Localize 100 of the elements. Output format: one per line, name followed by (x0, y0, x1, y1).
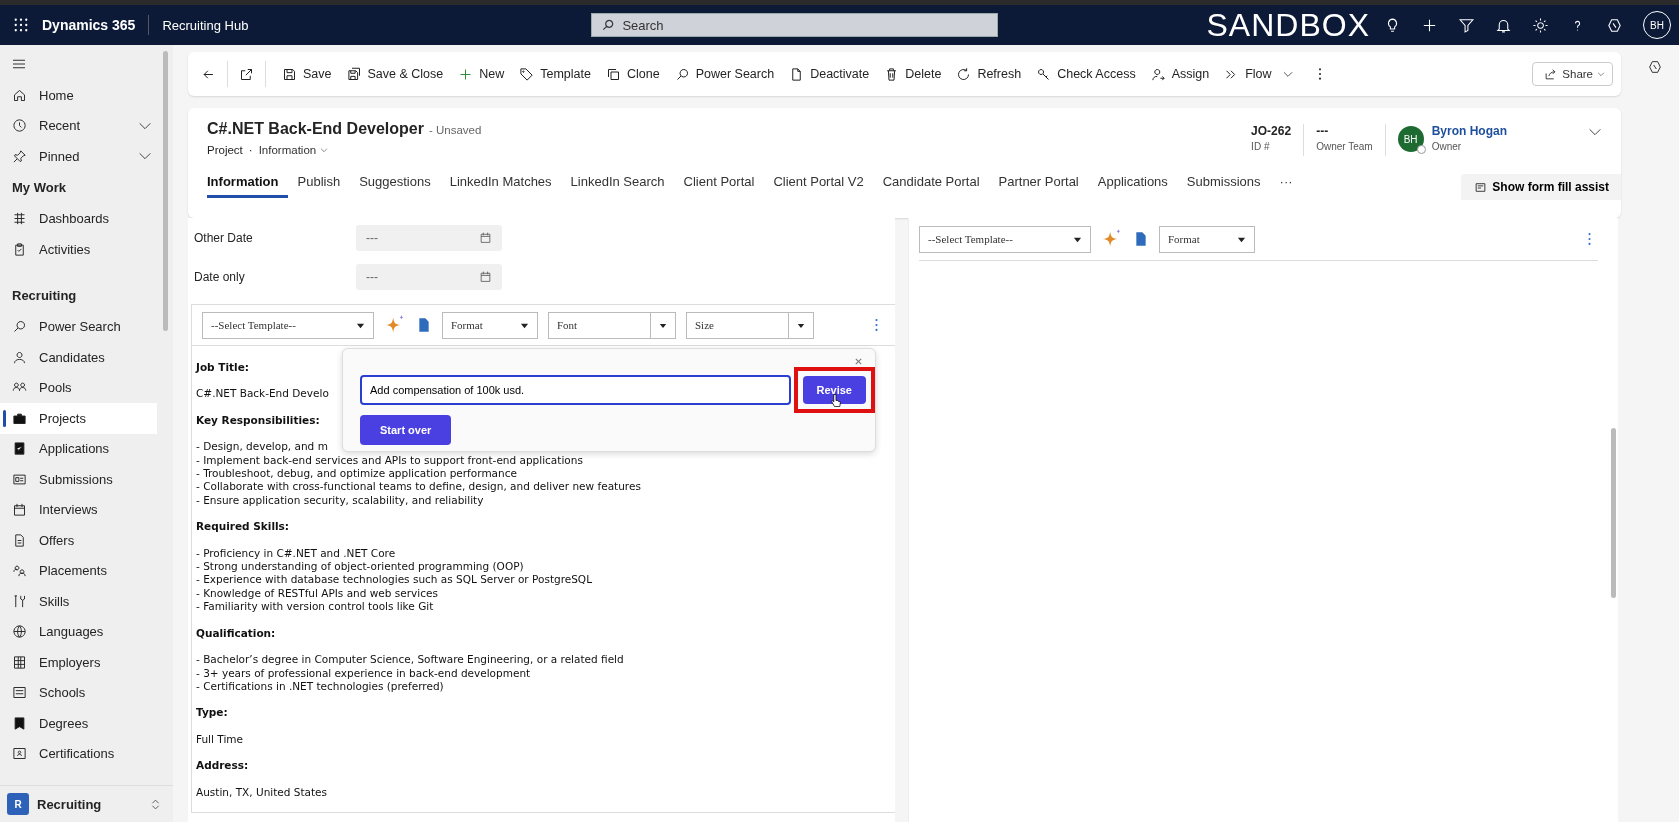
toolbar-button[interactable]: Delete (874, 58, 947, 90)
tab[interactable]: Client Portal (674, 168, 764, 198)
settings-icon[interactable] (1532, 16, 1549, 34)
tab[interactable]: Partner Portal (989, 168, 1088, 198)
toolbar-button[interactable]: Check Access (1026, 58, 1141, 90)
app-name[interactable]: Dynamics 365 (42, 17, 136, 33)
sidebar-item[interactable]: Schools (0, 677, 157, 708)
date-field[interactable]: --- (356, 263, 502, 290)
more-options-icon[interactable] (1587, 232, 1592, 246)
revise-input-field[interactable]: Add compensation of 100k usd. (360, 375, 791, 405)
globe-icon (12, 624, 27, 640)
open-in-new-window-icon[interactable] (239, 66, 254, 82)
font-dropdown[interactable]: Font (548, 311, 676, 339)
building-icon (12, 654, 27, 670)
briefcase-icon (12, 410, 27, 426)
date-field[interactable]: --- (356, 224, 502, 251)
calendar-icon (479, 231, 492, 244)
sidebar-item[interactable]: Projects (0, 403, 157, 434)
book-icon (12, 715, 27, 731)
search-field[interactable]: Search (591, 13, 999, 37)
calendar-icon (12, 502, 27, 518)
toolbar-button[interactable]: Save & Close (336, 58, 449, 90)
toolbar-button[interactable]: Save (272, 58, 337, 90)
toolbar-button[interactable]: Deactivate (779, 58, 875, 90)
id-card-icon (12, 471, 27, 487)
toolbar-button[interactable]: Clone (596, 58, 665, 90)
format-dropdown[interactable]: Format (1159, 225, 1255, 253)
tab[interactable]: Applications (1088, 168, 1177, 198)
separator-dot: · (248, 144, 253, 156)
sidebar-item[interactable]: Applications (0, 433, 157, 464)
toolbar-button[interactable]: New (448, 58, 510, 90)
sidebar-item[interactable]: Employers (0, 647, 157, 678)
format-dropdown[interactable]: Format (442, 311, 538, 339)
tab[interactable]: LinkedIn Search (561, 168, 674, 198)
tab[interactable]: Suggestions (350, 168, 440, 198)
template-dropdown[interactable]: --Select Template-- (202, 311, 374, 339)
more-options-icon[interactable] (874, 318, 879, 332)
sidebar-item[interactable]: Candidates (0, 342, 157, 373)
sidebar-item[interactable]: Pools (0, 372, 157, 403)
toolbar-button[interactable]: Template (509, 58, 596, 90)
sidebar-item[interactable]: Activities (0, 234, 157, 265)
scrollbar[interactable] (163, 51, 168, 331)
toolbar-button[interactable]: Power Search (664, 58, 780, 90)
sidebar-item[interactable]: Pinned (0, 141, 157, 172)
sidebar-item[interactable]: Degrees (0, 708, 157, 739)
text-line: - 3+ years of professional experience in back-end development (196, 666, 531, 680)
dropdown-arrow-icon (650, 312, 667, 338)
toolbar-button[interactable]: Refresh (946, 58, 1027, 90)
header-field-label: ID # (1251, 141, 1271, 152)
tab[interactable]: Information (207, 168, 288, 198)
revise-button[interactable]: Revise (802, 376, 866, 404)
close-icon[interactable] (854, 357, 863, 366)
refresh-icon (956, 66, 972, 82)
entity-name: Project (207, 144, 243, 156)
section-heading: Required Skills: (196, 520, 290, 534)
certificate-icon (12, 746, 27, 762)
form-fill-assist-button[interactable]: Show form fill assist (1461, 174, 1621, 200)
scrollbar[interactable] (1611, 428, 1616, 598)
document-icon[interactable] (1133, 230, 1149, 248)
sidebar-item[interactable]: Dashboards (0, 203, 157, 234)
environment-label: SANDBOX (1206, 6, 1370, 44)
share-icon (1544, 67, 1558, 81)
sidebar-item[interactable]: Home (0, 80, 157, 111)
more-tabs-button[interactable]: ··· (1270, 168, 1302, 198)
sidebar-item[interactable]: Recent (0, 110, 157, 141)
tab[interactable]: LinkedIn Matches (440, 168, 561, 198)
sidebar-item[interactable]: Skills (0, 586, 157, 617)
tab[interactable]: Submissions (1177, 168, 1270, 198)
form-selector[interactable]: Information (258, 144, 330, 156)
hand-cursor-icon (829, 393, 842, 408)
sidebar-item[interactable]: Interviews (0, 494, 157, 525)
sidebar-item[interactable]: Submissions (0, 464, 157, 495)
toolbar-button[interactable]: Flow (1214, 58, 1300, 90)
sidebar-item[interactable]: Placements (0, 555, 157, 586)
area-name[interactable]: Recruiting Hub (162, 17, 249, 33)
start-over-button[interactable]: Start over (360, 415, 452, 445)
tab[interactable]: Publish (288, 168, 350, 198)
sidebar-item[interactable]: Offers (0, 525, 157, 556)
filter-icon[interactable] (1458, 16, 1475, 34)
tab[interactable]: Candidate Portal (873, 168, 989, 198)
owner-link[interactable]: Byron Hogan (1431, 124, 1507, 138)
section-title: My Work (11, 178, 67, 197)
owner-avatar: BH (1397, 126, 1424, 152)
sidebar-item[interactable]: Languages (0, 616, 157, 647)
toolbar-button[interactable]: Assign (1140, 58, 1215, 90)
app-launcher-icon[interactable] (14, 18, 28, 32)
template-dropdown[interactable]: --Select Template-- (919, 225, 1091, 253)
document-icon[interactable] (416, 316, 432, 334)
size-dropdown[interactable]: Size (686, 311, 814, 339)
text-line: C#.NET Back-End Develo (196, 387, 329, 401)
share-button[interactable]: Share (1532, 62, 1613, 86)
sidebar-item[interactable]: Power Search (0, 311, 157, 342)
caret-icon (319, 145, 330, 155)
sidebar-item[interactable]: Certifications (0, 738, 157, 769)
copy-icon (606, 66, 621, 82)
tab[interactable]: Client Portal V2 (764, 168, 873, 198)
header-field-value: --- (1316, 124, 1330, 138)
area-switcher[interactable]: R Recruiting (0, 785, 173, 822)
section-heading: Job Title: (196, 361, 249, 375)
dashboard-icon (12, 211, 27, 227)
